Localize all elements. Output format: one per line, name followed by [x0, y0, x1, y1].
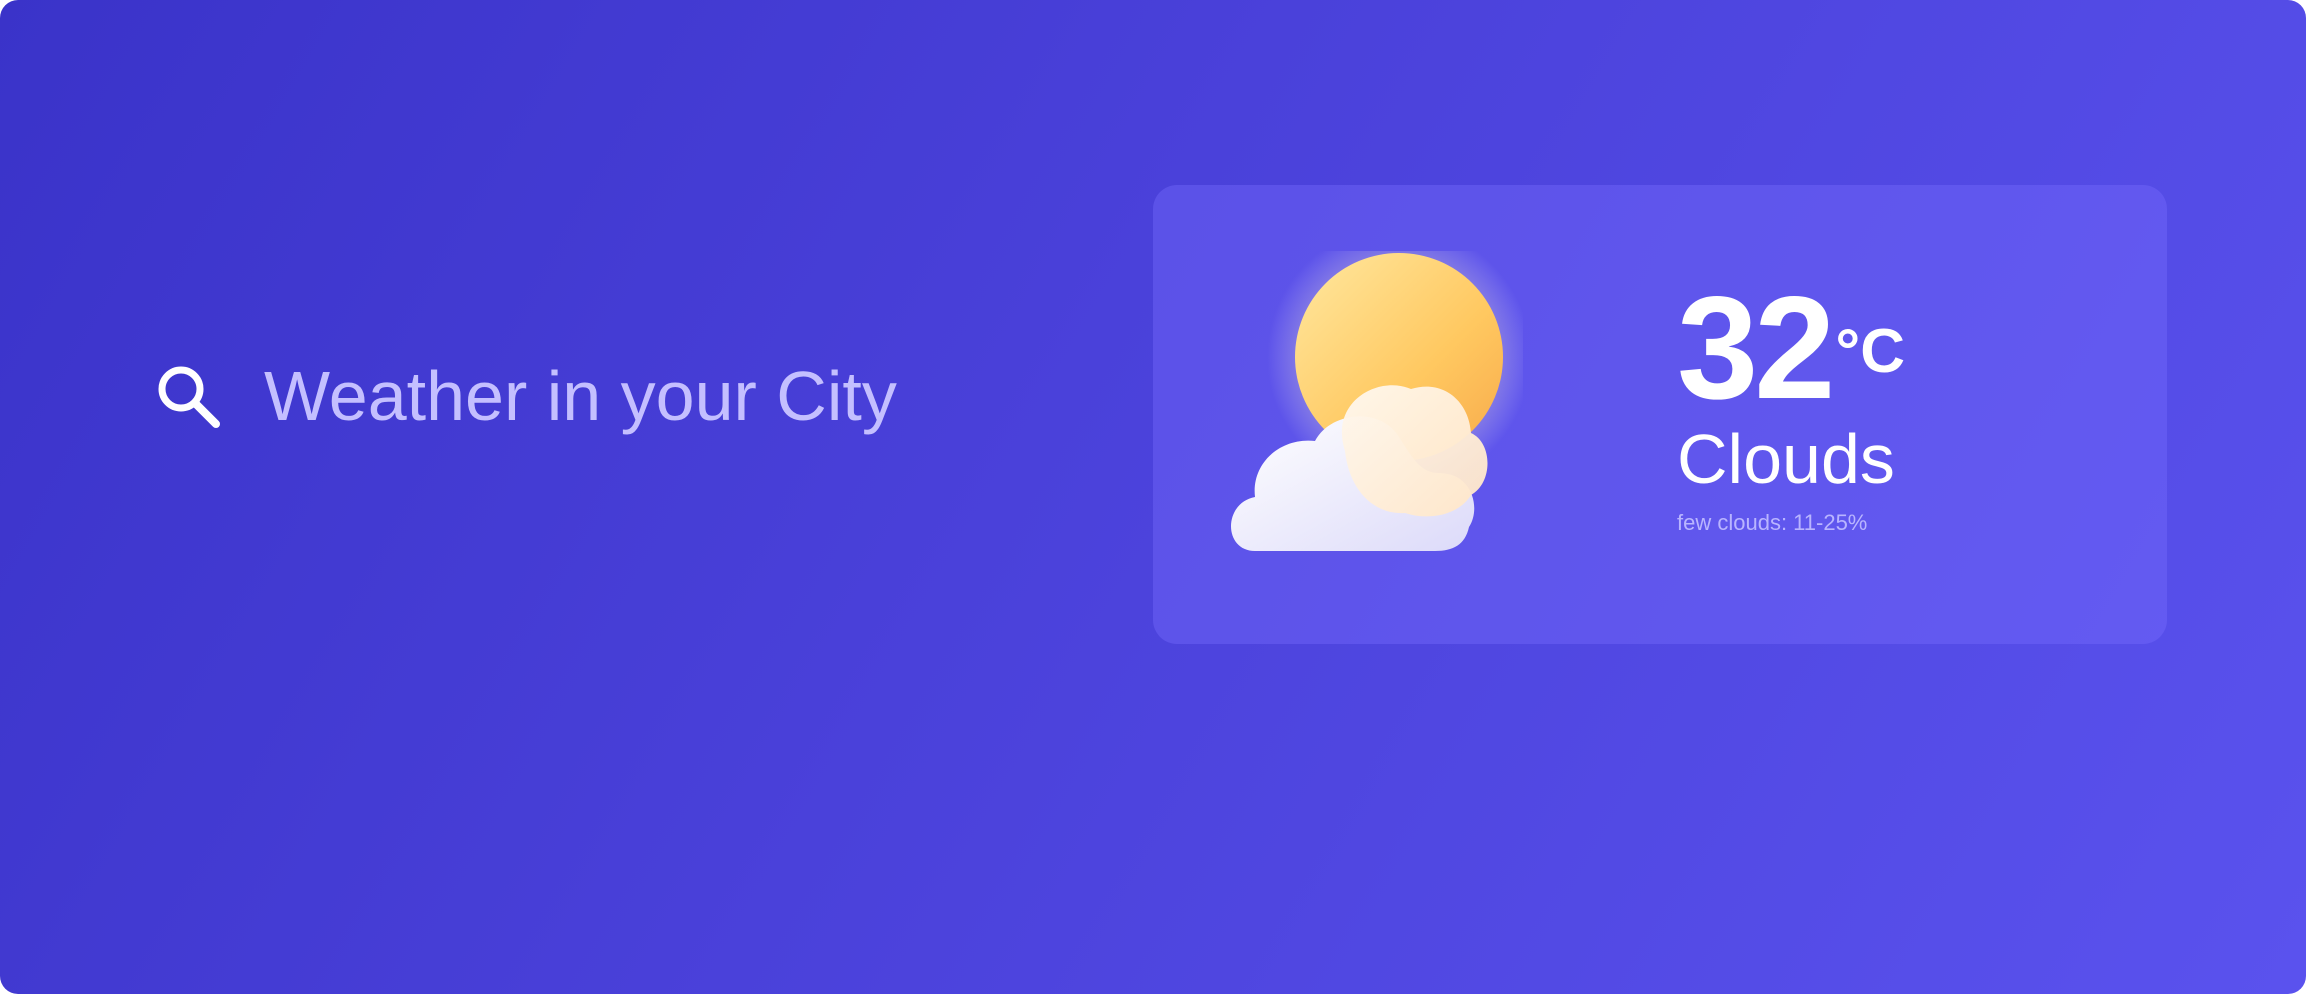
search-icon[interactable]: [150, 358, 226, 434]
weather-card: 32 °C Clouds few clouds: 11-25%: [1153, 185, 2167, 644]
weather-app: 32 °C Clouds few clouds: 11-25%: [0, 0, 2306, 994]
weather-description: few clouds: 11-25%: [1677, 510, 1868, 535]
temperature-unit: °C: [1835, 317, 1905, 386]
weather-info: 32 °C Clouds few clouds: 11-25%: [1677, 275, 1905, 536]
temperature: 32 °C: [1677, 275, 1905, 421]
search-bar: [150, 352, 984, 440]
temperature-value: 32: [1677, 266, 1835, 429]
weather-condition: Clouds: [1677, 420, 1895, 498]
search-input[interactable]: [264, 352, 984, 440]
